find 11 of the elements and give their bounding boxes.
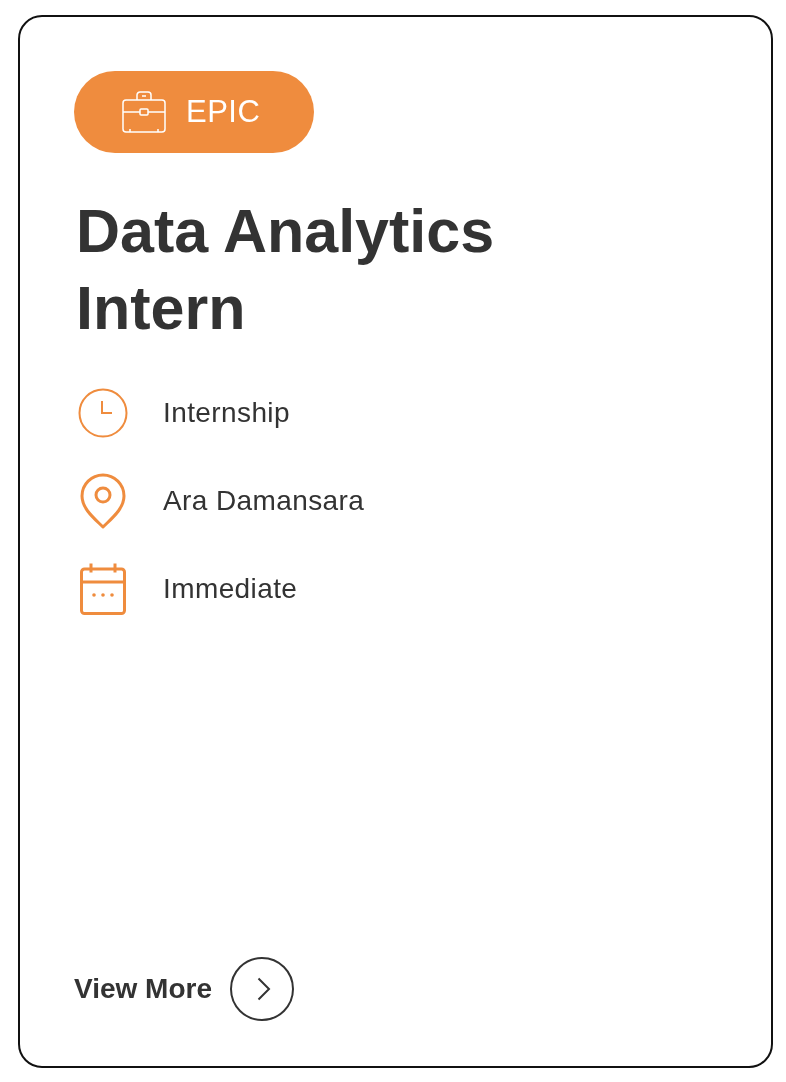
detail-text: Ara Damansara — [163, 485, 365, 517]
job-title: Data Analytics Intern — [76, 196, 496, 344]
view-more-link[interactable]: View More — [74, 973, 212, 1005]
badge-label: EPIC — [186, 94, 261, 130]
clock-icon — [78, 388, 128, 438]
briefcase-icon — [122, 91, 166, 133]
detail-text: Immediate — [163, 573, 298, 605]
detail-text: Internship — [163, 397, 290, 429]
calendar-icon — [80, 563, 126, 615]
map-pin-icon — [80, 473, 126, 529]
chevron-right-icon — [257, 977, 271, 1001]
